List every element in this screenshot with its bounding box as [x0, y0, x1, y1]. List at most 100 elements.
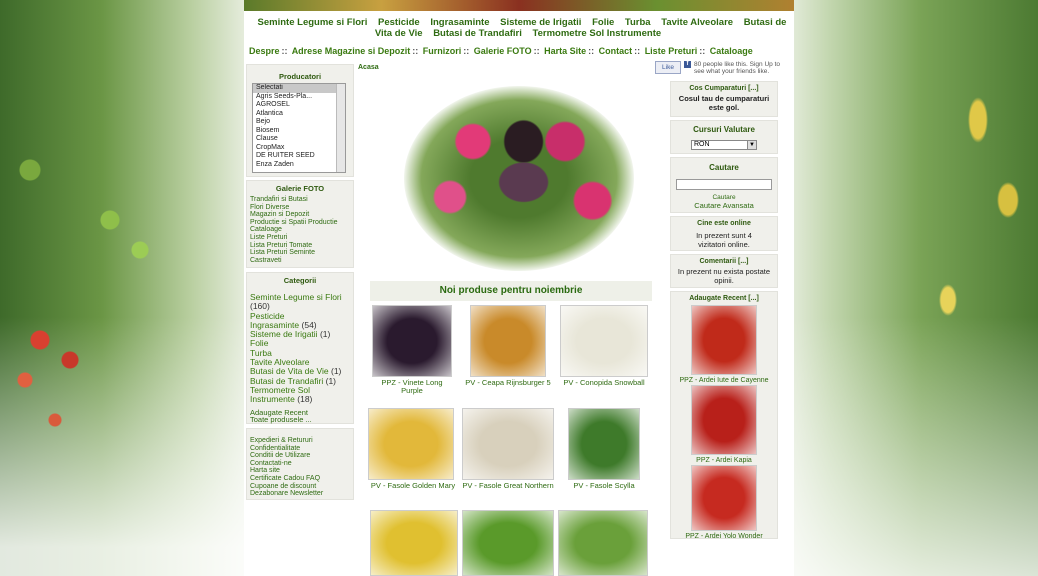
galerie-link[interactable]: Liste Preturi: [247, 234, 353, 242]
listbox-scrollbar[interactable]: [336, 84, 345, 172]
online-text: In prezent sunt 4 vizitatori online.: [696, 231, 752, 249]
product-image[interactable]: [462, 408, 554, 480]
all-products-link[interactable]: Toate produsele ...: [247, 416, 353, 424]
list-item[interactable]: Clause: [253, 135, 345, 144]
product-image[interactable]: [691, 465, 757, 531]
nav-separator: ::: [412, 46, 419, 56]
category-item[interactable]: Seminte Legume si Flori (160): [247, 292, 353, 312]
product-image[interactable]: [368, 408, 454, 480]
breadcrumb[interactable]: Acasa: [358, 64, 379, 71]
galerie-title: Galerie FOTO: [275, 184, 325, 193]
nav-ingrasaminte[interactable]: Ingrasaminte: [430, 17, 489, 28]
galerie-link[interactable]: Lista Preturi Seminte: [247, 249, 353, 257]
product-card[interactable]: PV - Conopida Snowball: [556, 305, 652, 387]
product-image[interactable]: [370, 510, 458, 576]
featured-image: [404, 86, 634, 271]
comments-title[interactable]: Comentarii [...]: [671, 258, 777, 265]
currency-select[interactable]: RON ▼: [691, 140, 757, 150]
galerie-link[interactable]: Cataloage: [247, 226, 353, 234]
list-item[interactable]: Enza Zaden: [253, 161, 345, 170]
nav-despre[interactable]: Despre: [249, 46, 280, 56]
product-image[interactable]: [558, 510, 648, 576]
nav-turba[interactable]: Turba: [625, 17, 651, 28]
nav-liste-preturi[interactable]: Liste Preturi: [645, 46, 698, 56]
product-card[interactable]: [462, 510, 554, 576]
nav-galerie[interactable]: Galerie FOTO: [474, 46, 532, 56]
cart-title[interactable]: Cos Cumparaturi [...]: [671, 85, 777, 92]
nav-separator: ::: [634, 46, 641, 56]
product-card[interactable]: PV - Ceapa Rijnsburger 5: [462, 305, 554, 387]
currency-title: Cursuri Valutare: [693, 125, 755, 134]
nav-termometre[interactable]: Termometre Sol Instrumente: [533, 28, 662, 39]
galerie-link[interactable]: Lista Preturi Tomate: [247, 242, 353, 250]
info-link[interactable]: Cupoane de discount: [247, 483, 353, 491]
list-item[interactable]: Biosem: [253, 127, 345, 136]
info-link[interactable]: Dezabonare Newsletter: [247, 490, 353, 498]
nav-separator: ::: [533, 46, 540, 56]
info-link[interactable]: Contactati-ne: [247, 460, 353, 468]
list-item[interactable]: Atlantica: [253, 110, 345, 119]
recent-title[interactable]: Adaugate Recent [...]: [671, 295, 777, 302]
galerie-box: Galerie FOTO Trandafiri si Butasi Flori …: [246, 180, 354, 268]
product-image[interactable]: [372, 305, 452, 377]
chevron-down-icon[interactable]: ▼: [747, 141, 756, 149]
product-card[interactable]: [558, 510, 648, 576]
product-name[interactable]: PV - Ceapa Rijnsburger 5: [462, 379, 554, 387]
nav-separator: ::: [699, 46, 706, 56]
product-name[interactable]: PV - Conopida Snowball: [556, 379, 652, 387]
info-link[interactable]: Confidentialitate: [247, 445, 353, 453]
nav-irigatii[interactable]: Sisteme de Irigatii: [500, 17, 581, 28]
nav-cataloage[interactable]: Cataloage: [710, 46, 753, 56]
list-item[interactable]: Agris Seeds-Pla...: [253, 93, 345, 102]
product-image[interactable]: [462, 510, 554, 576]
product-image[interactable]: [568, 408, 640, 480]
list-item[interactable]: Selectati: [253, 84, 345, 93]
product-name[interactable]: PV - Fasole Great Northern: [462, 482, 554, 490]
info-link[interactable]: Expedieri & Retururi: [247, 437, 353, 445]
list-item[interactable]: Bejo: [253, 118, 345, 127]
product-card[interactable]: PV - Fasole Golden Mary: [368, 408, 458, 490]
product-name[interactable]: PPZ - Vinete Long Purple: [372, 379, 452, 395]
list-item[interactable]: CropMax: [253, 144, 345, 153]
facebook-icon: f: [684, 61, 691, 68]
nav-tavite[interactable]: Tavite Alveolare: [661, 17, 733, 28]
product-image[interactable]: [470, 305, 546, 377]
recent-product-name[interactable]: PPZ - Ardei Kapia: [671, 457, 777, 464]
advanced-search-link[interactable]: Cautare Avansata: [671, 201, 777, 210]
galerie-link[interactable]: Castraveti: [247, 257, 353, 265]
product-card[interactable]: PV - Fasole Scylla: [564, 408, 644, 490]
product-name[interactable]: PV - Fasole Scylla: [564, 482, 644, 490]
product-image[interactable]: [691, 305, 757, 375]
product-card[interactable]: [370, 510, 458, 576]
info-link[interactable]: Conditii de Utilizare: [247, 452, 353, 460]
nav-furnizori[interactable]: Furnizori: [423, 46, 462, 56]
info-link[interactable]: Certificate Cadou FAQ: [247, 475, 353, 483]
galerie-link[interactable]: Productie si Spatii Productie: [247, 219, 353, 227]
galerie-link[interactable]: Magazin si Depozit: [247, 211, 353, 219]
producatori-listbox[interactable]: Selectati Agris Seeds-Pla... AGROSEL Atl…: [252, 83, 346, 173]
product-name[interactable]: PV - Fasole Golden Mary: [368, 482, 458, 490]
nav-trandafiri[interactable]: Butasi de Trandafiri: [433, 28, 522, 39]
list-item[interactable]: DE RUITER SEED: [253, 152, 345, 161]
product-card[interactable]: PPZ - Vinete Long Purple: [372, 305, 452, 395]
nav-contact[interactable]: Contact: [599, 46, 633, 56]
nav-harta[interactable]: Harta Site: [544, 46, 586, 56]
info-link[interactable]: Harta site: [247, 467, 353, 475]
nav-pesticide[interactable]: Pesticide: [378, 17, 420, 28]
recent-product-name[interactable]: PPZ - Ardei Yolo Wonder: [671, 533, 777, 540]
galerie-link[interactable]: Trandafiri si Butasi: [247, 196, 353, 204]
nav-adrese[interactable]: Adrese Magazine si Depozit: [292, 46, 411, 56]
nav-seminte[interactable]: Seminte Legume si Flori: [258, 17, 368, 28]
nav-folie[interactable]: Folie: [592, 17, 614, 28]
galerie-link[interactable]: Flori Diverse: [247, 204, 353, 212]
recent-product-name[interactable]: PPZ - Ardei Iute de Cayenne: [671, 377, 777, 384]
product-card[interactable]: PV - Fasole Great Northern: [462, 408, 554, 490]
list-item[interactable]: AGROSEL: [253, 101, 345, 110]
facebook-like-button[interactable]: Like: [655, 61, 681, 74]
online-title: Cine este online: [697, 220, 751, 227]
search-label[interactable]: Cautare: [671, 194, 777, 201]
category-item[interactable]: Termometre Sol Instrumente (18): [247, 385, 353, 405]
product-image[interactable]: [560, 305, 648, 377]
product-image[interactable]: [691, 385, 757, 455]
search-input[interactable]: [676, 179, 772, 190]
